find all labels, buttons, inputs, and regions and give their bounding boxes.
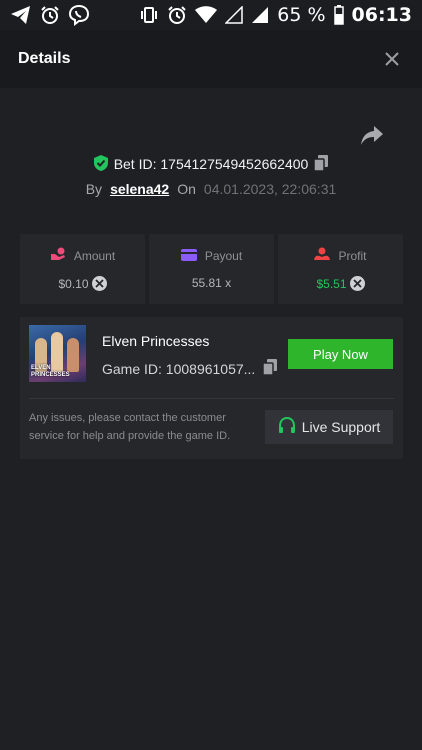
stat-label: Payout	[204, 249, 243, 263]
alarm-icon	[40, 5, 60, 25]
battery-percent: 65 %	[277, 4, 326, 26]
telegram-icon	[10, 5, 32, 25]
copy-icon	[313, 154, 329, 172]
stat-profit: Profit $5.51	[278, 234, 403, 304]
payout-card-icon	[180, 248, 197, 264]
wifi-icon	[195, 6, 218, 24]
game-card: ELVEN PRINCESSES Elven Princesses Game I…	[20, 317, 403, 459]
alarm-icon	[167, 5, 187, 25]
stat-amount: Amount $0.10	[20, 234, 145, 304]
live-support-button[interactable]: Live Support	[265, 410, 393, 444]
stat-value: $5.51	[316, 276, 365, 291]
on-label: On	[177, 181, 196, 197]
live-support-label: Live Support	[301, 419, 381, 435]
close-button[interactable]	[380, 47, 404, 71]
page-title: Details	[18, 50, 71, 67]
close-circle-icon	[349, 276, 365, 291]
battery-icon	[333, 5, 344, 25]
profit-value: $5.51	[316, 276, 347, 291]
game-name: Elven Princesses	[102, 333, 210, 349]
copy-icon	[262, 359, 278, 376]
stat-value: $0.10	[58, 276, 107, 291]
divider	[29, 398, 394, 399]
support-message: Any issues, please contact the customer …	[29, 412, 231, 442]
status-bar-right: 65 % 06:13	[139, 4, 412, 26]
amount-value: $0.10	[58, 276, 89, 291]
stat-label: Profit	[338, 248, 367, 263]
username-link[interactable]: selena42	[110, 181, 169, 197]
copy-bet-id-button[interactable]	[313, 154, 329, 174]
amount-icon	[50, 247, 66, 264]
stat-value: 55.81 x	[192, 276, 231, 290]
game-id: Game ID: 1008961057...	[102, 360, 256, 377]
bet-id: Bet ID: 1754127549452662400	[113, 156, 309, 172]
profit-icon	[314, 247, 331, 264]
signal-icon	[225, 6, 243, 24]
thumbnail-title: ELVEN PRINCESSES	[31, 365, 70, 378]
signal-icon	[251, 6, 269, 24]
vibrate-icon	[139, 5, 159, 25]
bet-author-row: By selena42 On 04.01.2023, 22:06:31	[0, 179, 422, 199]
by-label: By	[85, 181, 103, 197]
stat-label: Amount	[73, 248, 116, 263]
header: Details	[0, 30, 422, 88]
copy-game-id-button[interactable]	[262, 359, 278, 378]
game-thumbnail[interactable]: ELVEN PRINCESSES	[29, 325, 86, 382]
close-icon	[385, 52, 399, 66]
status-bar-left	[10, 4, 90, 26]
bet-stats: Amount $0.10 Payout 55.81 x Profit $5.51	[20, 234, 403, 304]
clock: 06:13	[351, 4, 412, 26]
headset-icon	[278, 416, 296, 438]
share-icon	[361, 126, 383, 145]
status-bar: 65 % 06:13	[0, 0, 422, 30]
viber-icon	[68, 4, 90, 26]
play-now-button[interactable]: Play Now	[288, 339, 393, 369]
close-circle-icon	[91, 276, 107, 291]
game-id-row: Game ID: 1008961057...	[102, 359, 278, 378]
bet-id-row: Bet ID: 1754127549452662400	[0, 153, 422, 175]
payout-value: 55.81 x	[191, 275, 232, 290]
share-button[interactable]	[360, 125, 384, 147]
shield-check-icon	[93, 154, 108, 174]
stat-payout: Payout 55.81 x	[149, 234, 274, 304]
bet-date: 04.01.2023, 22:06:31	[203, 181, 337, 197]
